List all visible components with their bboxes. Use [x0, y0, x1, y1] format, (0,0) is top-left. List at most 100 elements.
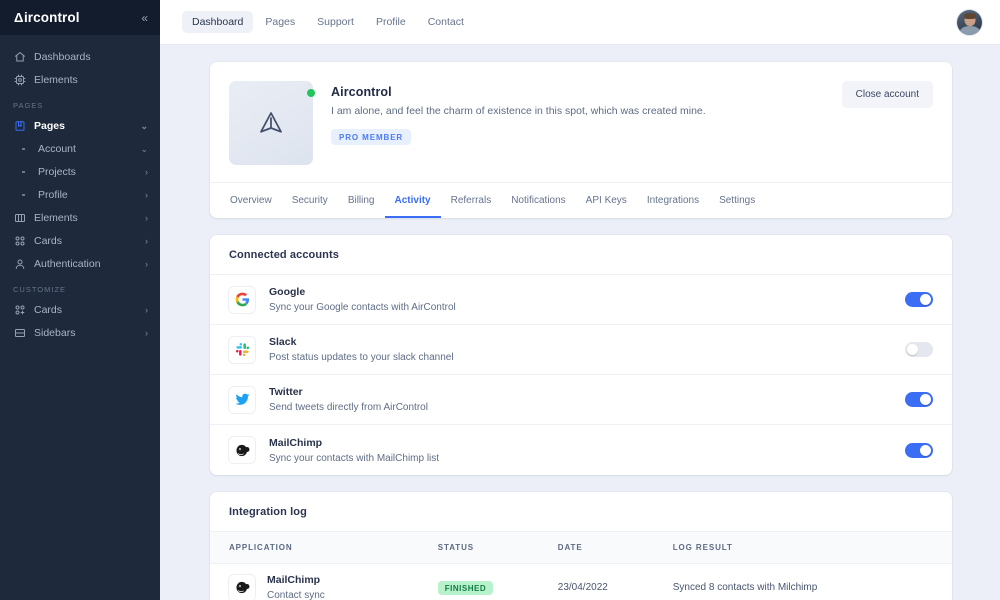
connected-accounts-card: Connected accounts Google Sync your Goog…	[210, 235, 952, 475]
chip-icon	[13, 74, 26, 87]
sidebar-item-cards-customize[interactable]: Cards ›	[0, 299, 160, 321]
tab-billing[interactable]: Billing	[338, 183, 385, 218]
sidebar-item-account[interactable]: Account ⌄	[0, 138, 160, 160]
cell-log-result: Synced 8 contacts with Milchimp	[665, 564, 952, 600]
tab-api-keys[interactable]: API Keys	[576, 183, 637, 218]
status-badge: FINISHED	[438, 581, 493, 595]
profile-photo-wrap	[229, 81, 313, 165]
sidebar-nav: Dashboards Elements PAGES Pages ⌄ Accoun…	[0, 35, 160, 345]
tab-pages[interactable]: Pages	[255, 11, 305, 33]
collapse-sidebar-icon[interactable]: «	[141, 12, 148, 24]
profile-info: Aircontrol I am alone, and feel the char…	[313, 81, 842, 165]
account-description: Post status updates to your slack channe…	[269, 352, 905, 363]
log-app-text: MailChimp Contact sync	[255, 574, 325, 600]
sidebar-item-label: Pages	[34, 120, 65, 132]
columns-icon	[13, 212, 26, 225]
delta-icon: Δ	[14, 10, 23, 25]
sidebar-section-pages: PAGES	[0, 92, 160, 115]
account-name: MailChimp	[269, 437, 905, 449]
column-log-result: LOG RESULT	[665, 532, 952, 564]
tab-notifications[interactable]: Notifications	[501, 183, 575, 218]
sidebar-brand[interactable]: Δircontrol «	[0, 0, 160, 35]
integration-log-title: Integration log	[210, 492, 952, 532]
app-root: Δircontrol « Dashboards Elements PAGES	[0, 0, 1000, 600]
sidebar-item-elements[interactable]: Elements ›	[0, 207, 160, 229]
sidebar-item-label: Elements	[34, 212, 78, 224]
bullet-icon	[17, 171, 30, 174]
tab-activity[interactable]: Activity	[385, 183, 441, 218]
account-text: Slack Post status updates to your slack …	[255, 336, 905, 363]
avatar[interactable]	[957, 10, 982, 35]
tab-security[interactable]: Security	[282, 183, 338, 218]
sidebar-item-label: Profile	[38, 189, 68, 201]
sidebar-item-elements-top[interactable]: Elements	[0, 69, 160, 91]
twitter-icon	[229, 387, 255, 413]
user-icon	[13, 258, 26, 271]
bullet-icon	[17, 194, 30, 197]
chevron-down-icon: ⌄	[140, 122, 148, 131]
table-header: APPLICATION STATUS DATE LOG RESULT	[210, 532, 952, 564]
cards-icon	[13, 235, 26, 248]
tab-settings[interactable]: Settings	[709, 183, 765, 218]
main-area: Dashboard Pages Support Profile Contact	[160, 0, 1000, 600]
google-icon	[229, 287, 255, 313]
tab-overview[interactable]: Overview	[229, 183, 282, 218]
bullet-icon	[17, 148, 30, 151]
table-header-row: APPLICATION STATUS DATE LOG RESULT	[210, 532, 952, 564]
sidebar-item-profile[interactable]: Profile ›	[0, 184, 160, 206]
integration-log-card: Integration log APPLICATION STATUS DATE …	[210, 492, 952, 600]
sidebar-item-label: Cards	[34, 235, 62, 247]
toggle-slack[interactable]	[905, 342, 933, 357]
profile-card: Aircontrol I am alone, and feel the char…	[210, 62, 952, 218]
column-status: STATUS	[430, 532, 550, 564]
sidebar-item-authentication[interactable]: Authentication ›	[0, 253, 160, 275]
navigation-triangle-icon	[256, 108, 286, 138]
toggle-google[interactable]	[905, 292, 933, 307]
profile-description: I am alone, and feel the charm of existe…	[331, 105, 842, 117]
avatar-hair	[964, 13, 976, 19]
sidebar-item-dashboards[interactable]: Dashboards	[0, 46, 160, 68]
sidebar-item-sidebars[interactable]: Sidebars ›	[0, 322, 160, 344]
chevron-right-icon: ›	[145, 214, 148, 223]
table-row: MailChimp Contact sync FINISHED 23/04/20…	[210, 564, 952, 600]
top-navigation: Dashboard Pages Support Profile Contact	[182, 11, 474, 33]
sidebar-item-pages[interactable]: Pages ⌄	[0, 115, 160, 137]
connected-accounts-title: Connected accounts	[210, 235, 952, 275]
profile-photo	[229, 81, 313, 165]
sidebar-item-projects[interactable]: Projects ›	[0, 161, 160, 183]
profile-header: Aircontrol I am alone, and feel the char…	[210, 62, 952, 182]
page-content: Aircontrol I am alone, and feel the char…	[160, 45, 1000, 600]
integration-log-table: APPLICATION STATUS DATE LOG RESULT	[210, 532, 952, 600]
cell-date: 23/04/2022	[550, 564, 665, 600]
sidebar-icon	[13, 327, 26, 340]
tab-profile[interactable]: Profile	[366, 11, 416, 33]
cell-status: FINISHED	[430, 564, 550, 600]
list-item: Google Sync your Google contacts with Ai…	[210, 275, 952, 325]
sidebar-item-label: Sidebars	[34, 327, 75, 339]
chevron-right-icon: ›	[145, 237, 148, 246]
book-icon	[13, 120, 26, 133]
tab-referrals[interactable]: Referrals	[441, 183, 502, 218]
sidebar-section-customize: CUSTOMIZE	[0, 276, 160, 299]
account-description: Send tweets directly from AirControl	[269, 402, 905, 413]
account-text: MailChimp Sync your contacts with MailCh…	[255, 437, 905, 464]
tab-support[interactable]: Support	[307, 11, 364, 33]
sidebar-item-label: Dashboards	[34, 51, 91, 63]
account-name: Slack	[269, 336, 905, 348]
account-name: Twitter	[269, 386, 905, 398]
tab-integrations[interactable]: Integrations	[637, 183, 709, 218]
sidebar: Δircontrol « Dashboards Elements PAGES	[0, 0, 160, 600]
toggle-mailchimp[interactable]	[905, 443, 933, 458]
chevron-right-icon: ›	[145, 191, 148, 200]
sidebar-item-label: Cards	[34, 304, 62, 316]
close-account-button[interactable]: Close account	[842, 81, 933, 108]
pro-member-badge: PRO MEMBER	[331, 129, 411, 145]
sidebar-item-cards[interactable]: Cards ›	[0, 230, 160, 252]
account-description: Sync your Google contacts with AirContro…	[269, 302, 905, 313]
log-app-name: MailChimp	[267, 574, 325, 586]
tab-contact[interactable]: Contact	[418, 11, 474, 33]
chevron-right-icon: ›	[145, 260, 148, 269]
toggle-twitter[interactable]	[905, 392, 933, 407]
tab-dashboard[interactable]: Dashboard	[182, 11, 253, 33]
account-text: Google Sync your Google contacts with Ai…	[255, 286, 905, 313]
